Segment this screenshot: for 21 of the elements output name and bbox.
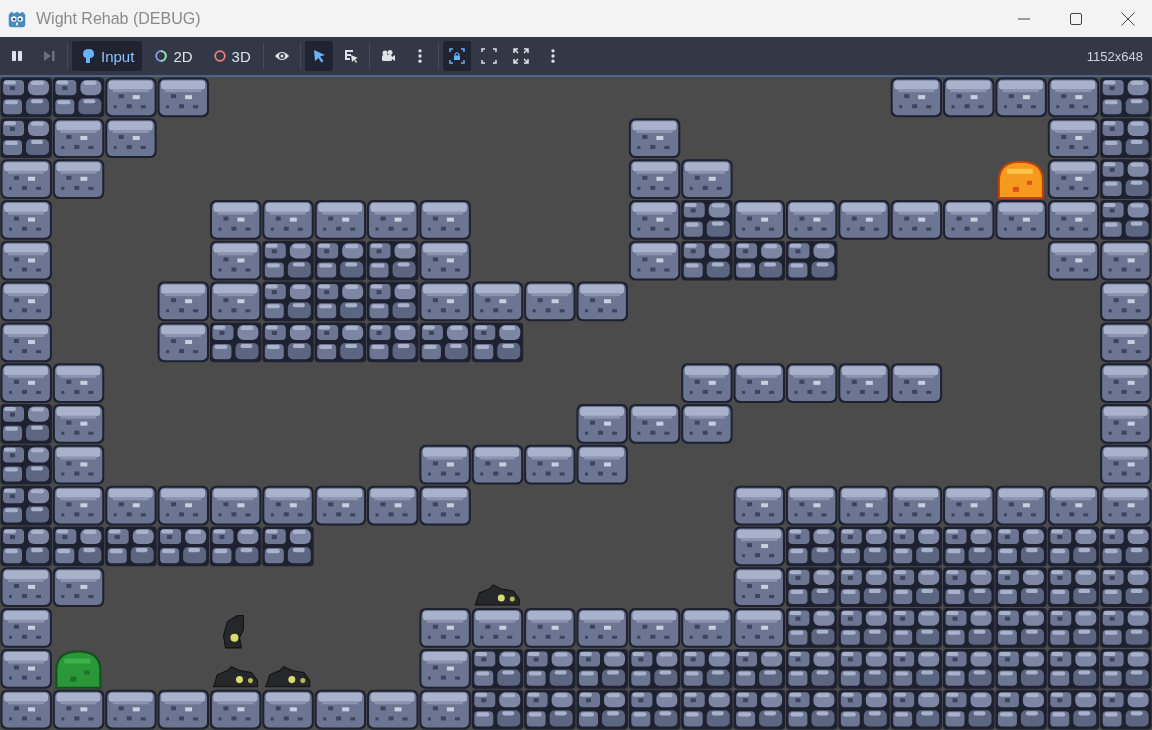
step-forward-icon <box>41 48 57 64</box>
list-pointer-icon <box>342 48 359 64</box>
scene3d-button[interactable]: 3D <box>204 41 259 71</box>
window-title: Wight Rehab (DEBUG) <box>36 9 201 28</box>
more-icon <box>417 49 422 63</box>
input-button[interactable]: Input <box>72 41 143 71</box>
ring-icon <box>212 49 227 63</box>
lock-icon <box>448 48 465 64</box>
lock-frame-button[interactable] <box>442 41 471 71</box>
resolution-label: 1152x648 <box>1086 48 1143 64</box>
ring-icon <box>154 49 169 63</box>
scene2d-button[interactable]: 2D <box>146 41 201 71</box>
close-icon <box>1120 10 1136 27</box>
more-icon <box>550 49 555 63</box>
frame-corners-icon <box>480 48 497 64</box>
minimize-icon <box>1018 17 1030 20</box>
select-button[interactable] <box>304 41 333 71</box>
pause-icon <box>9 48 25 64</box>
maximize-icon <box>1068 10 1084 27</box>
expand-icon <box>512 48 529 64</box>
camera-icon <box>379 48 396 64</box>
